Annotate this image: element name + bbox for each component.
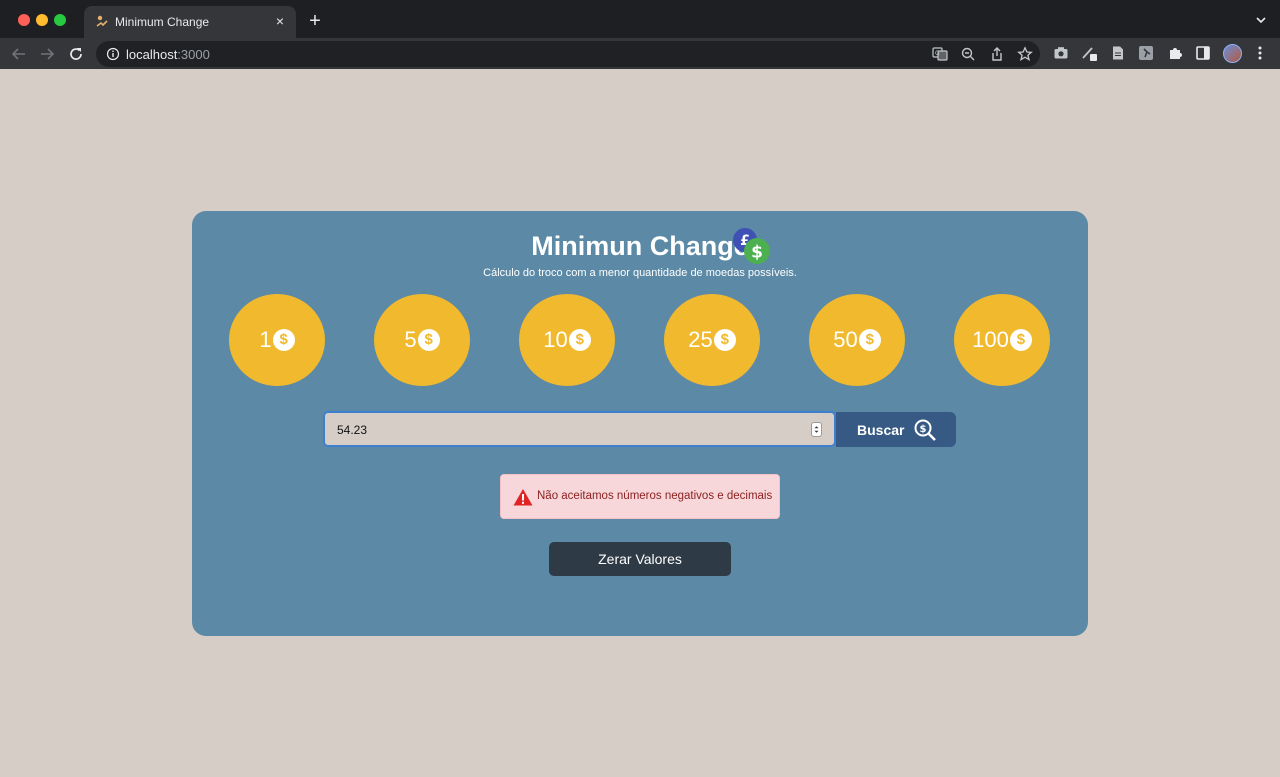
coin-100[interactable]: 100 $ [954,294,1050,386]
forward-arrow-icon[interactable] [38,45,56,63]
zoom-icon[interactable] [960,46,976,62]
search-button-label: Buscar [857,422,905,438]
search-dollar-icon: $ [914,419,936,441]
camera-icon[interactable] [1053,45,1069,61]
tab-close-icon[interactable]: × [272,13,288,29]
coin-value: 25 [688,327,713,352]
back-arrow-icon[interactable] [10,45,28,63]
coin-1[interactable]: 1 $ [229,294,325,386]
coin-value: 10 [543,327,568,352]
share-icon[interactable] [989,46,1005,62]
coin-value: 100 [972,327,1009,352]
page-title: Minimun Change [531,231,749,261]
address-bar[interactable]: localhost:3000 G [96,41,1040,67]
runner-extension-icon[interactable] [1138,45,1154,61]
reset-values-button[interactable]: Zerar Valores [549,542,731,576]
page-viewport: Minimun Change £ $ Cálculo do troco com … [0,69,1280,777]
translate-icon[interactable]: G [932,46,948,62]
page-subtitle: Cálculo do troco com a menor quantidade … [483,267,797,279]
coin-25[interactable]: 25 $ [664,294,760,386]
document-icon[interactable] [1110,45,1126,61]
search-button[interactable]: Buscar $ [836,412,956,447]
number-spinner-icon[interactable] [811,422,822,437]
dollar-coin-icon: $ [858,329,881,351]
minimum-change-logo-icon: £ $ [733,228,770,264]
site-info-icon[interactable] [106,47,120,61]
maximize-window-button[interactable] [54,14,66,26]
reload-icon[interactable] [67,45,85,63]
minimize-window-button[interactable] [36,14,48,26]
browser-toolbar: localhost:3000 G [0,38,1280,69]
logo-dollar-symbol: $ [751,243,763,263]
warning-icon [513,489,533,506]
puzzle-extensions-icon[interactable] [1167,45,1183,61]
more-menu-icon[interactable] [1252,45,1268,61]
browser-titlebar: Minimum Change × + [0,0,1280,38]
close-window-button[interactable] [18,14,30,26]
pen-extension-icon[interactable] [1081,45,1097,61]
url-host: localhost [126,47,178,62]
dollar-coin-icon: $ [272,329,295,351]
new-tab-button[interactable]: + [305,11,325,31]
dollar-coin-icon: $ [417,329,440,351]
url-port: :3000 [177,47,210,62]
amount-input[interactable] [337,422,777,438]
bookmark-star-icon[interactable] [1017,46,1033,62]
side-panel-icon[interactable] [1195,45,1211,61]
search-dollar-symbol: $ [920,424,927,435]
profile-avatar[interactable] [1223,44,1242,63]
coin-10[interactable]: 10 $ [519,294,615,386]
coin-value: 50 [833,327,858,352]
svg-text:G: G [935,50,940,57]
coin-value: 5 [404,327,417,352]
error-message: Não aceitamos números negativos e decima… [537,490,773,502]
dollar-coin-icon: $ [713,329,736,351]
coin-50[interactable]: 50 $ [809,294,905,386]
favicon-icon [96,15,108,27]
amount-input-wrapper [323,411,836,447]
coin-value: 1 [259,327,272,352]
app-card: Minimun Change £ $ Cálculo do troco com … [192,211,1088,636]
dollar-coin-icon: $ [1009,329,1032,351]
browser-tab[interactable]: Minimum Change × [84,6,296,38]
chevron-down-icon[interactable] [1254,13,1268,27]
coin-5[interactable]: 5 $ [374,294,470,386]
tab-title: Minimum Change [115,15,210,29]
error-alert: Não aceitamos números negativos e decima… [500,474,780,519]
dollar-coin-icon: $ [568,329,591,351]
url-text[interactable]: localhost:3000 [126,47,210,62]
